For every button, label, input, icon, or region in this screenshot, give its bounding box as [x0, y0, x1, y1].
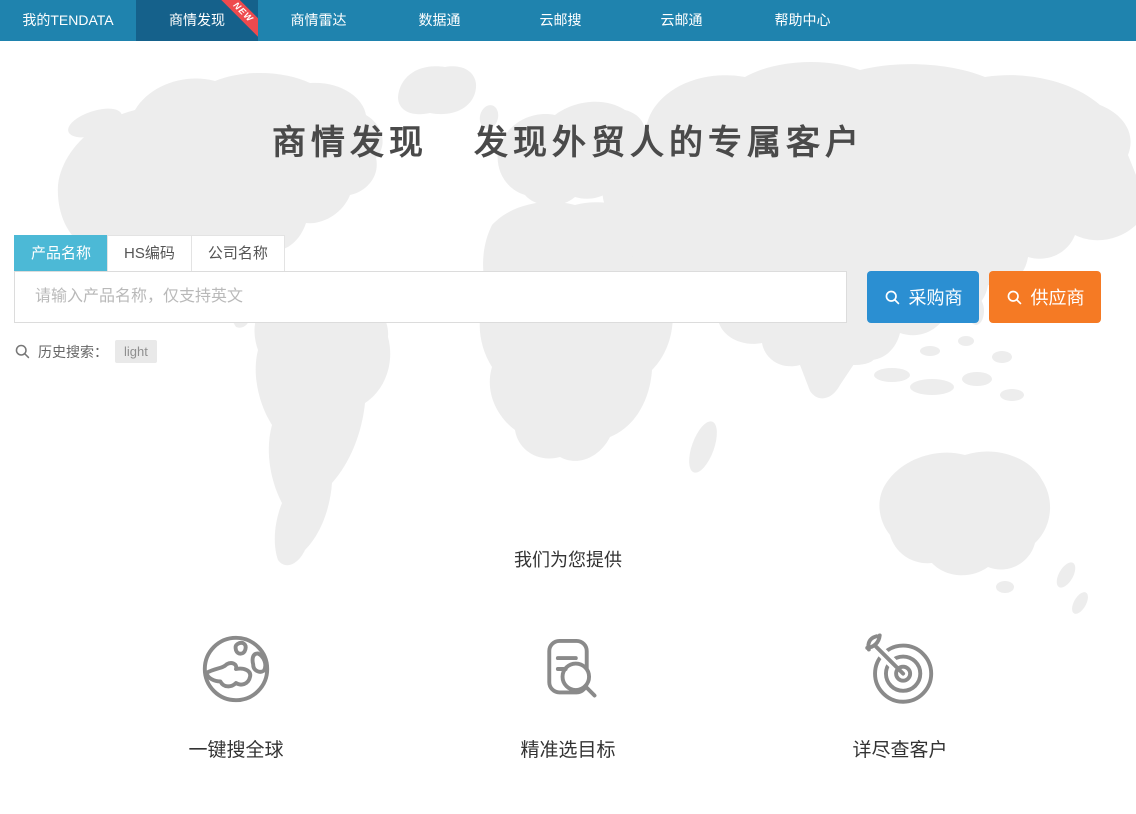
globe-icon [197, 630, 275, 708]
nav-item-business-radar[interactable]: 商情雷达 [258, 0, 379, 41]
features-row: 一键搜全球 精准选目标 [0, 630, 1136, 762]
features-section-title: 我们为您提供 [0, 546, 1136, 572]
tab-product-name[interactable]: 产品名称 [14, 235, 108, 271]
search-tabs: 产品名称 HS编码 公司名称 [14, 235, 1101, 271]
page: 我的TENDATA 商情发现 NEW 商情雷达 数据通 云邮搜 云邮通 帮助中心 [0, 0, 1136, 814]
nav-item-cloud-mail-search[interactable]: 云邮搜 [500, 0, 621, 41]
nav-item-my-tendata[interactable]: 我的TENDATA [0, 0, 136, 41]
search-icon [884, 289, 901, 306]
nav-item-help-center[interactable]: 帮助中心 [742, 0, 863, 41]
buyer-button-label: 采购商 [909, 284, 963, 310]
top-navbar: 我的TENDATA 商情发现 NEW 商情雷达 数据通 云邮搜 云邮通 帮助中心 [0, 0, 1136, 41]
history-search-row: 历史搜索： light [14, 340, 1101, 363]
feature-label: 精准选目标 [520, 735, 615, 762]
nav-item-label: 商情发现 [169, 12, 225, 28]
feature-customer-detail: 详尽查客户 [800, 630, 1000, 762]
buyer-search-button[interactable]: 采购商 [867, 271, 979, 323]
nav-item-business-discovery[interactable]: 商情发现 NEW [136, 0, 258, 41]
search-area: 产品名称 HS编码 公司名称 采购商 [14, 235, 1101, 363]
feature-precise-targeting: 精准选目标 [468, 630, 668, 762]
tab-hs-code[interactable]: HS编码 [107, 235, 192, 271]
feature-label: 一键搜全球 [188, 735, 283, 762]
hero-title-right: 发现外贸人的专属客户 [474, 115, 864, 164]
tab-company-name[interactable]: 公司名称 [191, 235, 285, 271]
nav-item-cloud-mail[interactable]: 云邮通 [621, 0, 742, 41]
history-search-icon [14, 343, 31, 360]
supplier-button-label: 供应商 [1031, 284, 1085, 310]
document-search-icon [529, 630, 607, 708]
search-icon [1006, 289, 1023, 306]
feature-global-search: 一键搜全球 [136, 630, 336, 762]
product-search-input[interactable] [14, 271, 847, 323]
hero-title: 商情发现 发现外贸人的专属客户 [0, 41, 1136, 164]
history-search-label: 历史搜索： [38, 342, 108, 362]
target-dart-icon [861, 630, 939, 708]
hero-title-left: 商情发现 [272, 115, 428, 164]
supplier-search-button[interactable]: 供应商 [989, 271, 1101, 323]
feature-label: 详尽查客户 [852, 735, 947, 762]
nav-item-data-link[interactable]: 数据通 [379, 0, 500, 41]
history-tag[interactable]: light [115, 340, 157, 363]
